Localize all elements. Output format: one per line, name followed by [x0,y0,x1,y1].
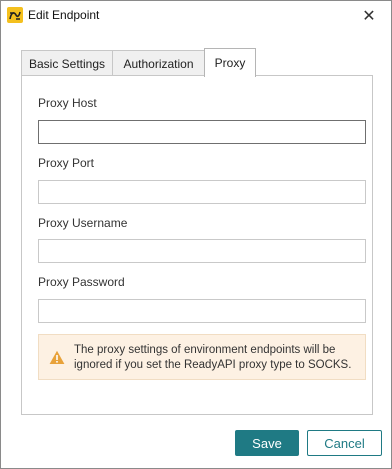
warning-text: The proxy settings of environment endpoi… [74,344,352,371]
tab-authorization[interactable]: Authorization [112,50,205,76]
proxy-host-input[interactable] [38,120,366,144]
tab-basic-settings[interactable]: Basic Settings [21,50,113,76]
socks-warning-box: The proxy settings of environment endpoi… [38,334,366,380]
proxy-password-label: Proxy Password [38,275,125,289]
proxy-port-label: Proxy Port [38,156,95,170]
proxy-settings-panel: Proxy Host Proxy Port Proxy Username Pro… [21,75,373,415]
readyapi-logo-icon [7,7,23,23]
window-title: Edit Endpoint [28,8,100,22]
proxy-host-label: Proxy Host [38,96,97,110]
tab-proxy[interactable]: Proxy [204,48,256,77]
proxy-password-input[interactable] [38,299,366,323]
warning-icon [49,350,65,365]
cancel-button[interactable]: Cancel [307,430,382,456]
proxy-username-label: Proxy Username [38,216,128,230]
close-icon[interactable]: ✕ [347,1,391,31]
save-button[interactable]: Save [235,430,299,456]
edit-endpoint-dialog: Edit Endpoint ✕ Basic Settings Authoriza… [0,0,392,469]
proxy-port-input[interactable] [38,180,366,204]
title-bar[interactable]: Edit Endpoint ✕ [1,1,391,31]
proxy-username-input[interactable] [38,239,366,263]
